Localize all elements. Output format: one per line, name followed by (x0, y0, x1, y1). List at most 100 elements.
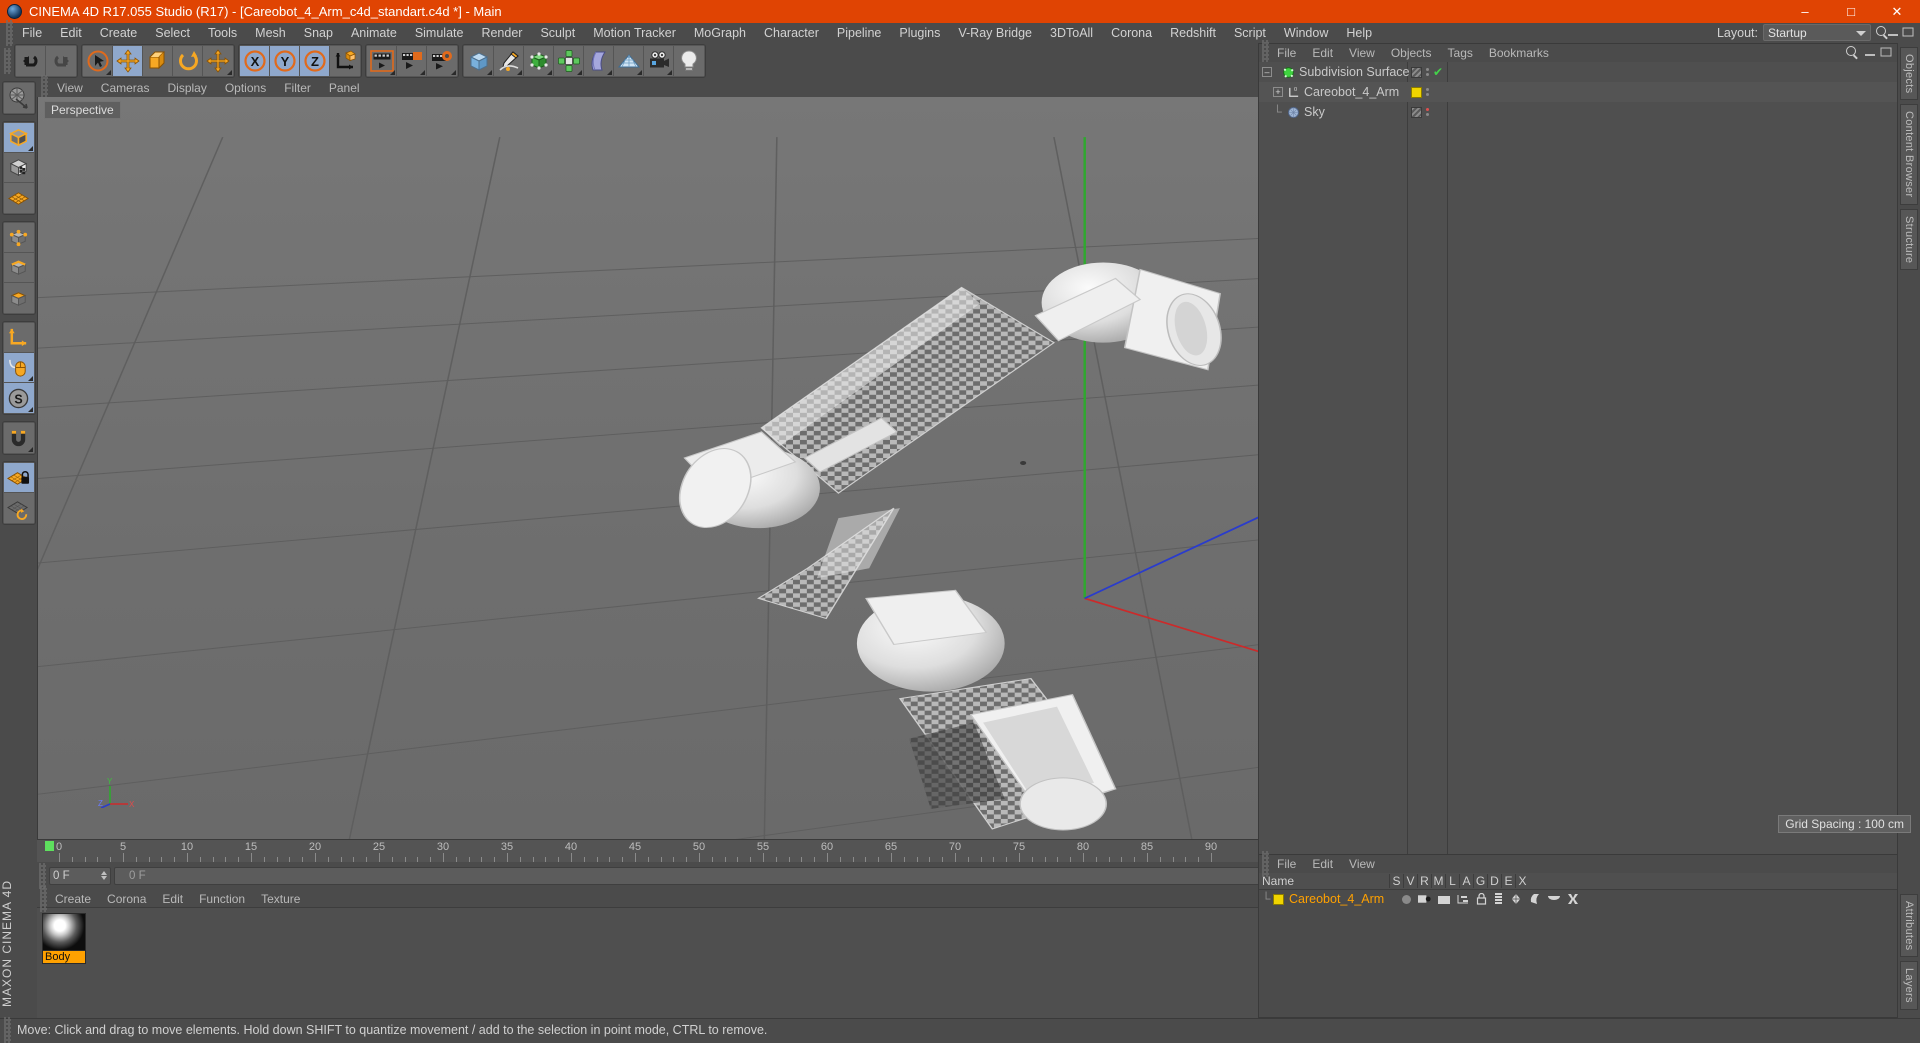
menu-item-file[interactable]: File (13, 23, 51, 43)
lock-x-axis[interactable]: X (240, 46, 270, 76)
live-selection-tool[interactable] (83, 46, 113, 76)
layer-row[interactable]: └ Careobot_4_Arm (1259, 890, 1897, 908)
soft-selection-button[interactable]: S (4, 383, 34, 413)
object-tags[interactable]: ✔ (1411, 62, 1443, 82)
object-menu-edit[interactable]: Edit (1304, 46, 1341, 60)
layer-column-a[interactable]: A (1459, 874, 1473, 888)
move-duplicate-tool[interactable] (203, 46, 233, 76)
viewport-menu-view[interactable]: View (48, 79, 92, 97)
viewport-menu-filter[interactable]: Filter (275, 79, 320, 97)
expression-toggle-icon[interactable] (1548, 894, 1560, 904)
layer-column-m[interactable]: M (1431, 874, 1445, 888)
render-to-picture-viewer-button[interactable] (397, 46, 427, 76)
menu-item-tools[interactable]: Tools (199, 23, 246, 43)
object-menu-tags[interactable]: Tags (1440, 46, 1481, 60)
timeline-range-slider[interactable]: 0 F 90 F (114, 867, 1397, 885)
toolbar-grip[interactable] (4, 48, 11, 74)
tab-objects[interactable]: Objects (1900, 47, 1918, 100)
menu-item-mesh[interactable]: Mesh (246, 23, 295, 43)
object-tags[interactable] (1411, 82, 1429, 102)
object-menu-file[interactable]: File (1269, 46, 1304, 60)
render-toggle-icon[interactable] (1438, 894, 1450, 905)
layer-column-g[interactable]: G (1473, 874, 1487, 888)
expander-plus-icon[interactable]: + (1273, 87, 1283, 97)
generator-toggle-icon[interactable] (1510, 893, 1522, 905)
undo-button[interactable] (16, 46, 46, 76)
material-thumbnail[interactable] (42, 913, 86, 951)
close-button[interactable]: ✕ (1874, 0, 1920, 23)
tab-content-browser[interactable]: Content Browser (1900, 104, 1918, 204)
material-menu-corona[interactable]: Corona (99, 890, 154, 908)
layer-color-swatch[interactable] (1273, 894, 1284, 905)
add-light-button[interactable] (674, 46, 704, 76)
material-menu-edit[interactable]: Edit (154, 890, 191, 908)
menu-item-redshift[interactable]: Redshift (1161, 23, 1225, 43)
viewport-menu-options[interactable]: Options (216, 79, 275, 97)
add-spline-button[interactable] (494, 46, 524, 76)
layer-column-x[interactable]: X (1515, 874, 1529, 888)
polygons-mode-button[interactable] (4, 283, 34, 313)
add-generator-button[interactable] (524, 46, 554, 76)
object-search-icon[interactable] (1846, 46, 1860, 60)
menu-item-3dtoall[interactable]: 3DToAll (1041, 23, 1102, 43)
maximize-button[interactable]: □ (1828, 0, 1874, 23)
minimize-button[interactable]: – (1782, 0, 1828, 23)
menu-item-character[interactable]: Character (755, 23, 828, 43)
menu-item-v-ray-bridge[interactable]: V-Ray Bridge (949, 23, 1041, 43)
layer-column-r[interactable]: R (1417, 874, 1431, 888)
material-menu-function[interactable]: Function (191, 890, 253, 908)
layer-column-e[interactable]: E (1501, 874, 1515, 888)
menu-grip[interactable] (6, 20, 13, 46)
viewport-menu-panel[interactable]: Panel (320, 79, 369, 97)
uv-mode-button[interactable] (4, 183, 34, 213)
object-axis-mode-button[interactable] (4, 323, 34, 353)
add-mograph-button[interactable] (554, 46, 584, 76)
menu-item-window[interactable]: Window (1275, 23, 1337, 43)
timeline-grip[interactable] (37, 840, 45, 862)
menu-item-edit[interactable]: Edit (51, 23, 91, 43)
enable-snap-button[interactable] (4, 353, 34, 383)
edges-mode-button[interactable] (4, 253, 34, 283)
tag-hatch-icon[interactable] (1411, 107, 1422, 118)
restore-object-manager-icon[interactable] (1880, 46, 1892, 58)
menu-item-pipeline[interactable]: Pipeline (828, 23, 890, 43)
menu-item-motion-tracker[interactable]: Motion Tracker (584, 23, 685, 43)
menu-item-sculpt[interactable]: Sculpt (531, 23, 584, 43)
minimize-object-manager-icon[interactable] (1864, 46, 1876, 58)
layer-manager-grip[interactable] (1262, 851, 1269, 877)
scale-tool[interactable] (143, 46, 173, 76)
add-scene-button[interactable] (614, 46, 644, 76)
menu-item-render[interactable]: Render (472, 23, 531, 43)
object-row-sky[interactable]: └ Sky (1259, 102, 1897, 122)
xpresso-toggle-icon[interactable] (1567, 893, 1579, 905)
redo-button[interactable] (46, 46, 76, 76)
status-grip[interactable] (4, 1017, 11, 1043)
object-tags[interactable] (1411, 102, 1429, 122)
menu-item-simulate[interactable]: Simulate (406, 23, 473, 43)
window-controls[interactable]: – □ ✕ (1782, 0, 1920, 23)
add-cube-button[interactable] (464, 46, 494, 76)
menu-item-create[interactable]: Create (91, 23, 147, 43)
layer-toggles[interactable] (1402, 893, 1579, 905)
layer-menu-file[interactable]: File (1269, 857, 1304, 871)
layer-column-v[interactable]: V (1403, 874, 1417, 888)
tag-hatch-icon[interactable] (1411, 67, 1422, 78)
menu-item-animate[interactable]: Animate (342, 23, 406, 43)
view-toggle-icon[interactable] (1418, 894, 1431, 904)
current-frame-spinner[interactable] (101, 871, 107, 880)
visibility-dots-icon[interactable] (1426, 88, 1429, 96)
manager-toggle-icon[interactable] (1457, 894, 1469, 905)
world-object-coord[interactable] (330, 46, 360, 76)
render-settings-button[interactable] (427, 46, 457, 76)
material-item[interactable]: Body (42, 913, 86, 964)
layer-column-d[interactable]: D (1487, 874, 1501, 888)
material-menu-texture[interactable]: Texture (253, 890, 308, 908)
material-name[interactable]: Body (42, 951, 86, 964)
check-icon[interactable]: ✔ (1433, 65, 1443, 79)
add-camera-button[interactable] (644, 46, 674, 76)
tab-layers[interactable]: Layers (1900, 961, 1918, 1010)
viewport-menu-display[interactable]: Display (158, 79, 215, 97)
tag-yellow-icon[interactable] (1411, 87, 1422, 98)
layer-menu-edit[interactable]: Edit (1304, 857, 1341, 871)
workplane-rotate-button[interactable] (4, 493, 34, 523)
